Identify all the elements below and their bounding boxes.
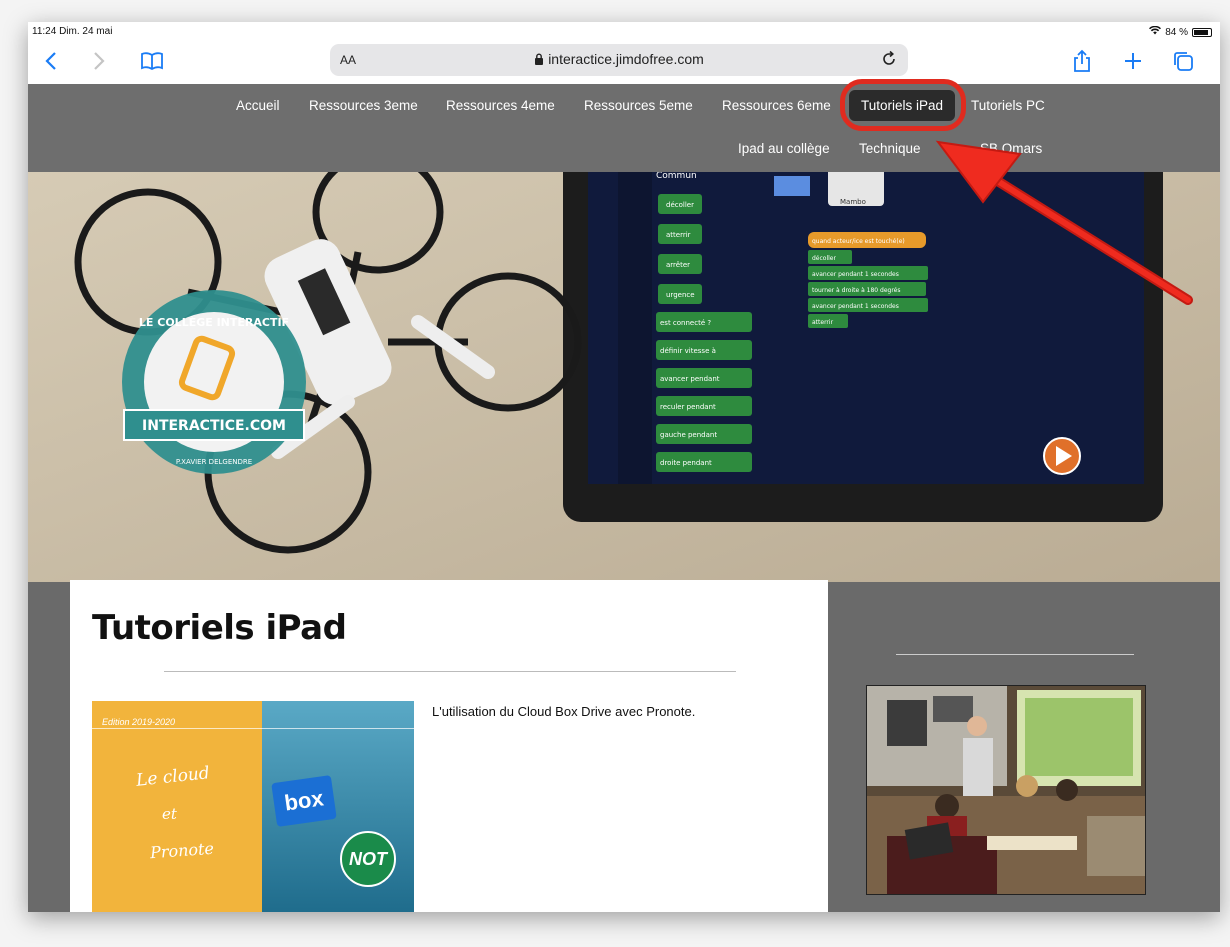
status-right: 84 % <box>1149 25 1212 38</box>
status-time: 11:24 Dim. 24 mai <box>32 26 113 37</box>
reload-icon <box>883 50 895 65</box>
annotation-highlight-ring <box>840 79 966 131</box>
title-divider <box>164 671 736 672</box>
block-label: est connecté ? <box>660 319 711 327</box>
tabs-button[interactable] <box>1168 46 1198 76</box>
battery-percent: 84 % <box>1165 26 1188 38</box>
nav-item-ressources-4eme[interactable]: Ressources 4eme <box>446 98 555 113</box>
hero-banner: décoller atterrir arrêter urgence est co… <box>28 172 1220 600</box>
block-label: avancer pendant <box>660 375 720 383</box>
lock-icon <box>535 53 544 65</box>
classroom-image <box>867 686 1145 894</box>
nav-item-ressources-5eme[interactable]: Ressources 5eme <box>584 98 693 113</box>
reload-button[interactable] <box>880 50 898 73</box>
sprite-label: Mambo <box>840 198 866 206</box>
college-interactif-logo: INTERACTICE.COM LE COLLÈGE INTERACTIF P.… <box>122 290 306 474</box>
block-label: définir vitesse à <box>660 347 716 355</box>
thumb-text-et: et <box>162 805 177 823</box>
status-bar: 11:24 Dim. 24 mai 84 % <box>28 22 1220 42</box>
svg-text:tourner à droite à 180 degrés: tourner à droite à 180 degrés <box>812 287 900 294</box>
article-description[interactable]: L'utilisation du Cloud Box Drive avec Pr… <box>432 704 695 719</box>
thumb-edition: Edition 2019-2020 <box>102 717 176 727</box>
forward-button[interactable] <box>84 46 114 76</box>
svg-text:quand acteur/ice est touché(e): quand acteur/ice est touché(e) <box>812 238 905 245</box>
chevron-right-icon <box>94 52 105 70</box>
site-navigation: Accueil Ressources 3eme Ressources 4eme … <box>28 84 1220 172</box>
nav-item-accueil[interactable]: Accueil <box>236 98 280 113</box>
plus-icon <box>1125 53 1141 69</box>
nav-item-sb-omars[interactable]: SB Omars <box>980 141 1042 156</box>
logo-bottom-text: P.XAVIER DELGENDRE <box>176 458 252 466</box>
share-icon <box>1074 49 1090 72</box>
chevron-left-icon <box>45 52 56 70</box>
pronote-logo: NOT <box>340 831 396 887</box>
block-label: atterrir <box>666 231 691 239</box>
wifi-icon <box>1149 25 1162 38</box>
tabs-icon <box>1174 52 1193 71</box>
svg-text:atterrir: atterrir <box>812 319 834 326</box>
block-label: arrêter <box>666 261 690 269</box>
ipad-screen: 11:24 Dim. 24 mai 84 % AA interactice.ji… <box>28 22 1220 912</box>
classroom-photo <box>866 685 1146 895</box>
page-title: Tutoriels iPad <box>92 608 347 648</box>
thumb-rule <box>92 728 414 729</box>
article-thumbnail[interactable]: Edition 2019-2020 Le cloud et Pronote bo… <box>92 701 414 912</box>
bookmarks-button[interactable] <box>134 46 170 76</box>
stage-thumbnail <box>774 176 810 196</box>
back-button[interactable] <box>36 46 66 76</box>
logo-top-text: LE COLLÈGE INTERACTIF <box>139 316 289 329</box>
block-label: urgence <box>666 291 695 299</box>
hero-photo: décoller atterrir arrêter urgence est co… <box>28 172 1220 600</box>
nav-item-ressources-6eme[interactable]: Ressources 6eme <box>722 98 831 113</box>
book-icon <box>141 52 163 71</box>
nav-item-tutoriels-pc[interactable]: Tutoriels PC <box>971 98 1045 113</box>
address-bar[interactable]: AA interactice.jimdofree.com <box>330 44 908 76</box>
thumb-left-panel <box>92 701 262 912</box>
svg-text:avancer pendant 1 secondes: avancer pendant 1 secondes <box>812 271 899 278</box>
svg-text:décoller: décoller <box>812 255 836 262</box>
block-label: gauche pendant <box>660 431 717 439</box>
palette-category: Commun <box>656 172 697 181</box>
block-label: droite pendant <box>660 459 712 467</box>
share-button[interactable] <box>1064 46 1100 76</box>
block-label: reculer pendant <box>660 403 716 411</box>
box-logo: box <box>271 775 337 827</box>
svg-text:avancer pendant 1 secondes: avancer pendant 1 secondes <box>812 303 899 310</box>
new-tab-button[interactable] <box>1118 46 1148 76</box>
logo-banner-text: INTERACTICE.COM <box>142 418 286 434</box>
safari-toolbar: AA interactice.jimdofree.com <box>28 42 1220 84</box>
nav-item-technique[interactable]: Technique <box>859 141 921 156</box>
nav-item-ressources-3eme[interactable]: Ressources 3eme <box>309 98 418 113</box>
battery-icon <box>1192 27 1212 37</box>
main-content-card: Tutoriels iPad Edition 2019-2020 Le clou… <box>70 580 828 912</box>
nav-item-ipad-au-college[interactable]: Ipad au collège <box>738 141 830 156</box>
block-label: décoller <box>666 201 694 209</box>
sidebar-divider <box>896 654 1134 655</box>
url-text[interactable]: interactice.jimdofree.com <box>330 51 908 67</box>
